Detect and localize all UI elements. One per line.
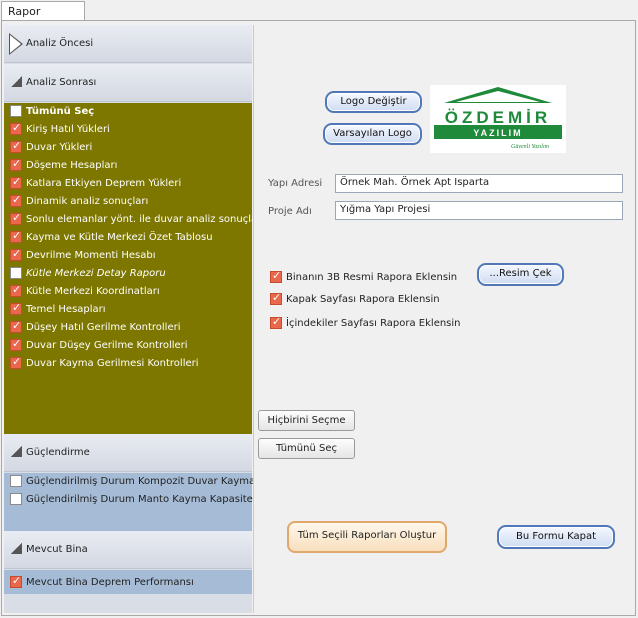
checkbox[interactable]	[10, 193, 22, 207]
checkbox[interactable]	[10, 211, 22, 225]
logo-graphic: ÖZDEMİR YAZILIM Güvenli Yazılım	[432, 87, 564, 150]
item-label: Duvar Düşey Gerilme Kontrolleri	[26, 339, 188, 351]
group-label: Analiz Öncesi	[26, 38, 94, 49]
report-item[interactable]: Devrilme Momenti Hesabı	[10, 247, 156, 263]
item-label: Döşeme Hesapları	[26, 159, 118, 171]
checkbox[interactable]	[10, 105, 22, 117]
analiz-sonrasi-list: Tümünü Seç Kiriş Hatıl Yükleri Duvar Yükle…	[4, 103, 264, 434]
logo-tagline: Güvenli Yazılım	[511, 144, 550, 150]
checkbox[interactable]	[10, 337, 22, 351]
guclendirme-list: Güçlendirilmiş Durum Kompozit Duvar Kaym…	[4, 473, 315, 531]
item-label: Tümünü Seç	[26, 105, 95, 117]
item-label: Katlara Etkiyen Deprem Yükleri	[26, 177, 182, 189]
checkbox[interactable]	[10, 157, 22, 171]
option-label: Binanın 3B Resmi Rapora Eklensin	[286, 271, 458, 283]
report-item[interactable]: Duvar Düşey Gerilme Kontrolleri	[10, 337, 188, 353]
checkbox[interactable]	[10, 574, 22, 588]
report-item[interactable]: Dinamik analiz sonuçları	[10, 193, 148, 209]
checkbox[interactable]	[10, 283, 22, 297]
checkbox[interactable]	[10, 247, 22, 261]
report-item[interactable]: Katlara Etkiyen Deprem Yükleri	[10, 175, 181, 191]
project-label: Proje Adı	[268, 206, 312, 217]
report-item[interactable]: Duvar Yükleri	[10, 139, 92, 155]
existing-item[interactable]: Mevcut Bina Deprem Performansı	[10, 574, 194, 590]
checkbox[interactable]	[10, 301, 22, 315]
report-item[interactable]: Kiriş Hatıl Yükleri	[10, 121, 110, 137]
group-header-analiz-oncesi[interactable]: Analiz Öncesi	[4, 25, 252, 63]
logo-sub: YAZILIM	[473, 128, 522, 138]
item-label: Duvar Yükleri	[26, 141, 93, 153]
item-label: Duvar Kayma Gerilmesi Kontrolleri	[26, 357, 199, 369]
expand-triangle-fill	[10, 35, 21, 53]
item-label: Kayma ve Kütle Merkezi Özet Tablosu	[26, 231, 213, 243]
collapse-triangle-icon	[11, 76, 22, 87]
report-groups-panel: Analiz Öncesi Analiz Sonrası Tümünü Seç K…	[4, 25, 315, 613]
option-label: İçindekiler Sayfası Rapora Eklensin	[286, 317, 461, 329]
collapse-triangle-icon	[11, 446, 22, 457]
checkbox[interactable]	[270, 315, 282, 329]
report-item[interactable]: Duvar Kayma Gerilmesi Kontrolleri	[10, 355, 199, 371]
tab-rapor-olustur[interactable]: Rapor Oluştur	[1, 1, 85, 31]
logo-name: ÖZDEMİR	[445, 108, 551, 127]
group-header-analiz-sonrasi[interactable]: Analiz Sonrası	[4, 64, 252, 102]
company-logo: ÖZDEMİR YAZILIM Güvenli Yazılım	[430, 85, 566, 153]
checkbox[interactable]	[10, 121, 22, 135]
checkbox[interactable]	[10, 355, 22, 369]
checkbox[interactable]	[10, 139, 22, 153]
report-item[interactable]: Kütle Merkezi Koordinatları	[10, 283, 160, 299]
checkbox[interactable]	[10, 175, 22, 189]
report-item[interactable]: Döşeme Hesapları	[10, 157, 117, 173]
logo-change-button[interactable]: Logo Değiştir	[325, 91, 422, 113]
item-label: Kiriş Hatıl Yükleri	[26, 123, 110, 135]
group-label: Analiz Sonrası	[26, 77, 97, 88]
group-label: Mevcut Bina	[26, 544, 88, 555]
report-item[interactable]: Temel Hesapları	[10, 301, 106, 317]
option-cover-page[interactable]: Kapak Sayfası Rapora Eklensin	[270, 291, 440, 305]
checkbox[interactable]	[10, 475, 22, 487]
capture-image-button[interactable]: ...Resim Çek	[477, 263, 564, 286]
item-label: Devrilme Momenti Hesabı	[26, 249, 156, 261]
checkbox[interactable]	[10, 229, 22, 243]
default-logo-button[interactable]: Varsayılan Logo	[323, 123, 422, 145]
group-header-mevcut-bina[interactable]: Mevcut Bina	[4, 531, 252, 569]
collapse-triangle-icon	[11, 543, 22, 554]
mevcut-bina-list: Mevcut Bina Deprem Performansı	[4, 570, 252, 594]
create-all-reports-button[interactable]: Tüm Seçili Raporları Oluştur	[287, 521, 447, 553]
report-item[interactable]: Kayma ve Kütle Merkezi Özet Tablosu	[10, 229, 213, 245]
report-item[interactable]: Sonlu elemanlar yönt. ile duvar analiz s…	[10, 211, 264, 227]
item-label: Mevcut Bina Deprem Performansı	[26, 576, 194, 588]
checkbox[interactable]	[270, 269, 282, 283]
select-none-button[interactable]: Hiçbirini Seçme	[258, 410, 355, 431]
project-name-input[interactable]: Yığma Yapı Projesi	[335, 201, 623, 220]
item-label: Dinamik analiz sonuçları	[26, 195, 149, 207]
close-form-button[interactable]: Bu Formu Kapat	[497, 525, 615, 549]
item-label: Kütle Merkezi Koordinatları	[26, 285, 160, 297]
item-label: Kütle Merkezi Detay Raporu	[26, 267, 166, 279]
checkbox[interactable]	[10, 319, 22, 333]
group-header-guclendirme[interactable]: Güçlendirme	[4, 434, 252, 472]
checkbox[interactable]	[10, 267, 22, 279]
option-toc[interactable]: İçindekiler Sayfası Rapora Eklensin	[270, 315, 461, 329]
option-3d-image[interactable]: Binanın 3B Resmi Rapora Eklensin	[270, 269, 458, 283]
report-item[interactable]: Kütle Merkezi Detay Raporu	[10, 265, 166, 281]
item-label: Temel Hesapları	[26, 303, 106, 315]
item-label: Düşey Hatıl Gerilme Kontrolleri	[26, 321, 181, 333]
checkbox[interactable]	[10, 493, 22, 505]
address-input[interactable]: Örnek Mah. Örnek Apt Isparta	[335, 174, 623, 193]
address-label: Yapı Adresi	[268, 178, 323, 189]
item-label: Sonlu elemanlar yönt. ile duvar analiz s…	[26, 213, 265, 225]
option-label: Kapak Sayfası Rapora Eklensin	[286, 293, 440, 305]
checkbox[interactable]	[270, 291, 282, 305]
report-item[interactable]: Düşey Hatıl Gerilme Kontrolleri	[10, 319, 181, 335]
select-all-button[interactable]: Tümünü Seç	[258, 438, 355, 459]
report-item[interactable]: Tümünü Seç	[10, 103, 94, 119]
group-label: Güçlendirme	[26, 447, 90, 458]
